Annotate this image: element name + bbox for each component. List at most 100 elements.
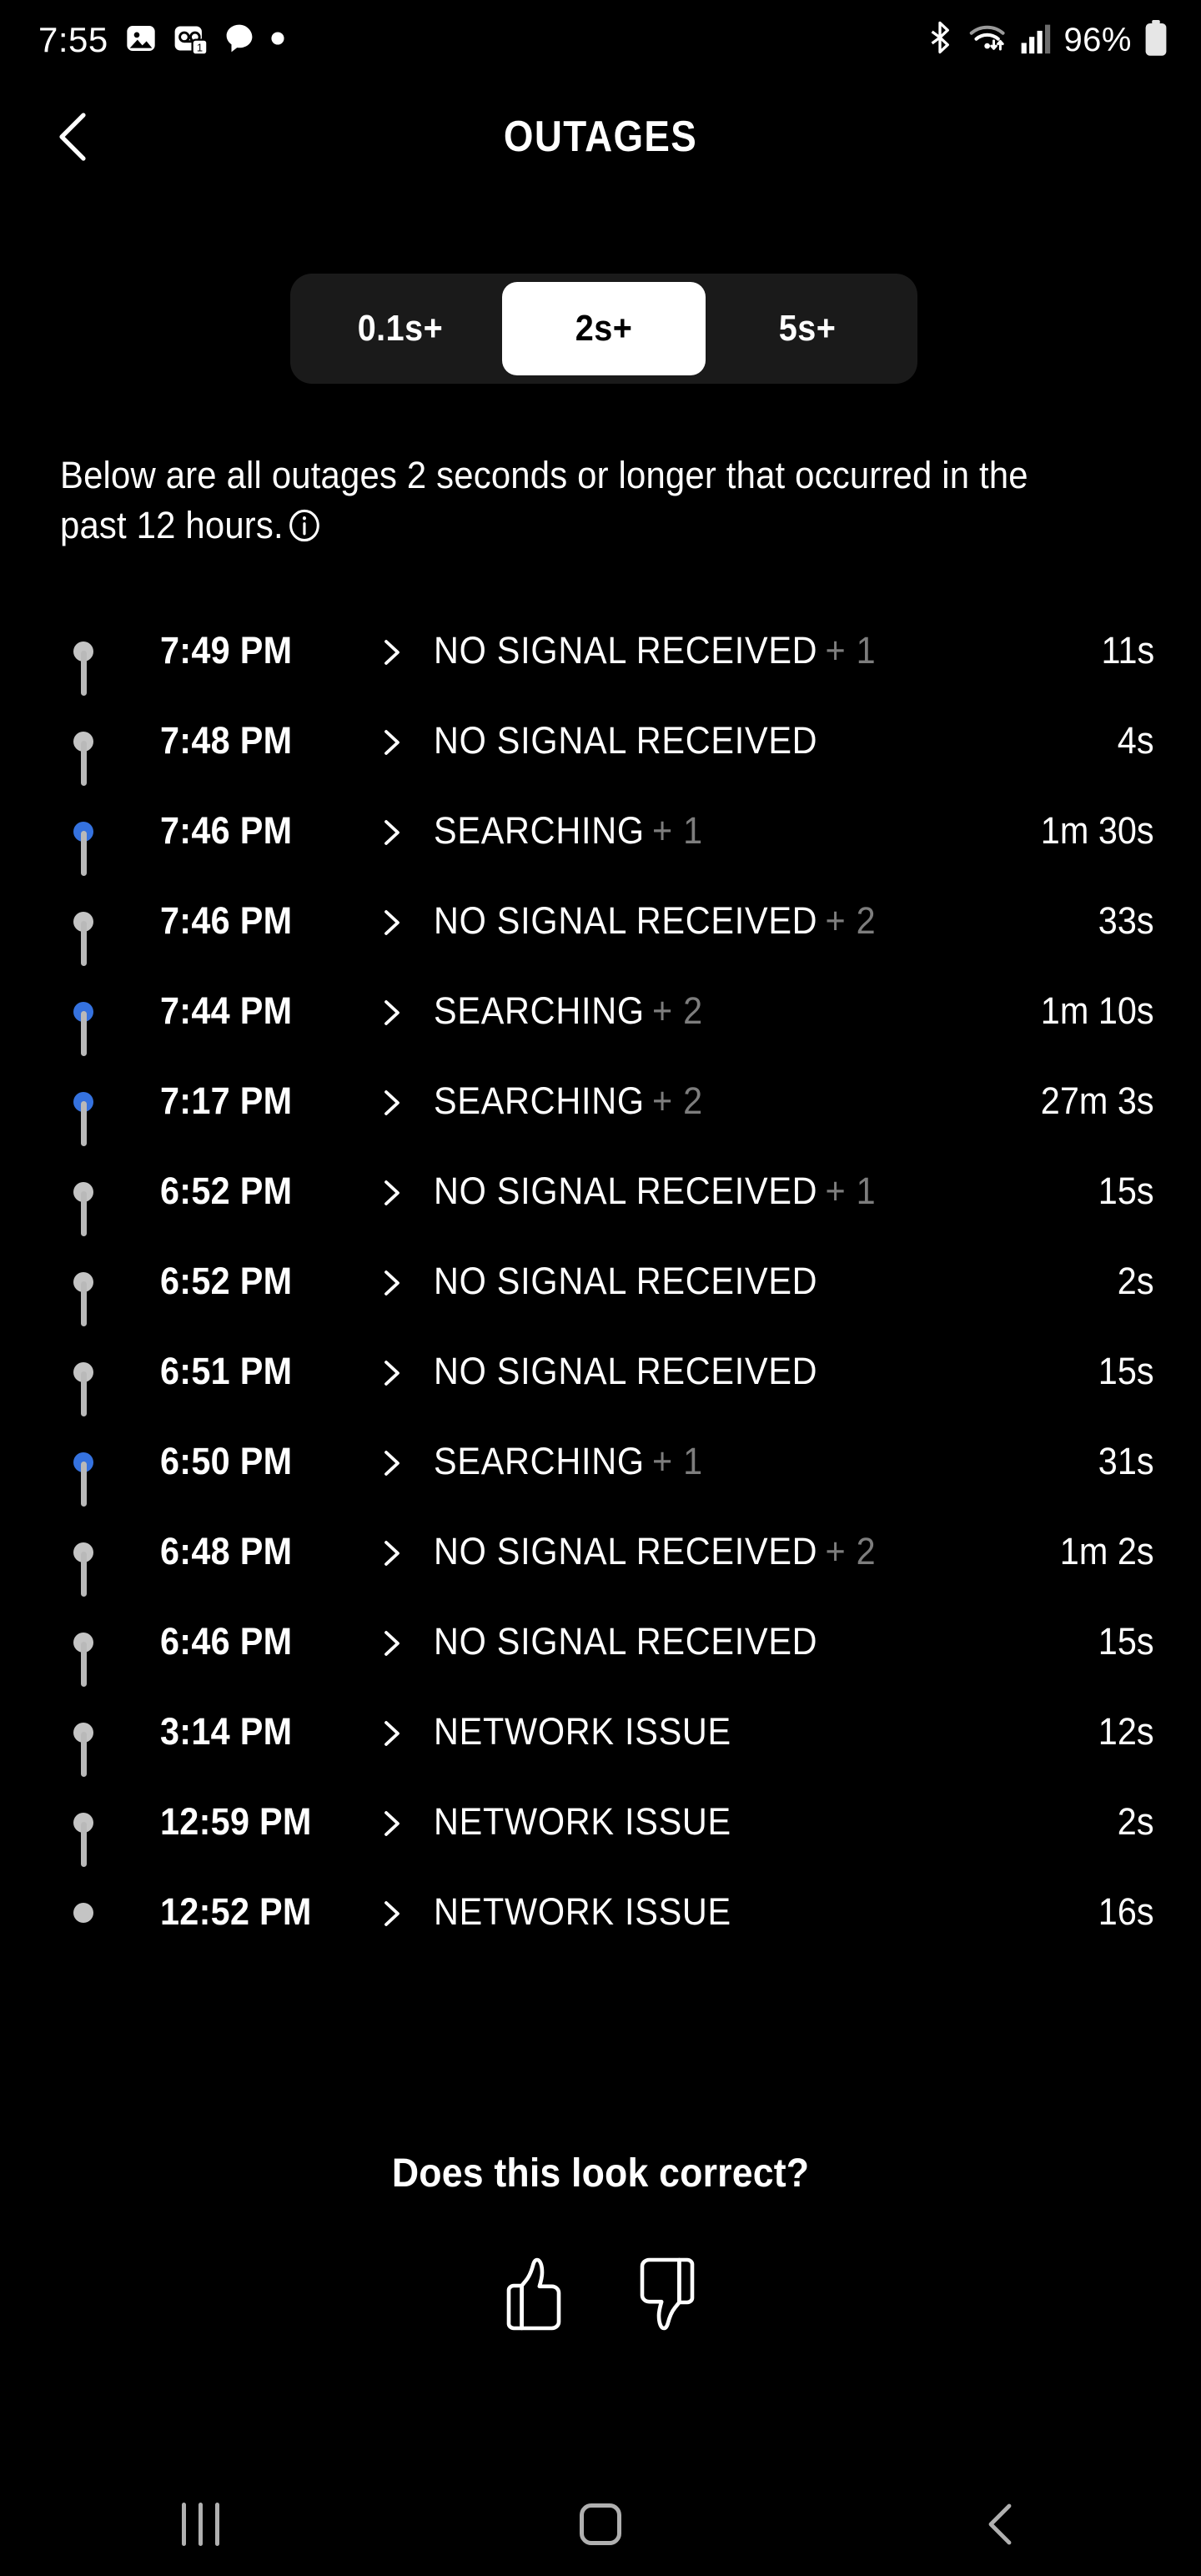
outage-row[interactable]: 6:46 PM NO SIGNAL RECEIVED 15s [0,1597,1201,1687]
filter-option-2[interactable]: 5s+ [706,282,909,375]
feedback-question: Does this look correct? [0,2151,1201,2196]
battery-icon [1144,19,1168,61]
app-bar: OUTAGES [0,80,1201,194]
outage-duration: 11s [1097,629,1154,672]
chevron-right-icon[interactable] [379,1809,405,1836]
outage-label: SEARCHING + 2 [434,1079,726,1123]
outage-label: SEARCHING + 1 [434,809,726,853]
timeline-connector [81,1371,87,1416]
chevron-right-icon[interactable] [379,908,405,935]
chevron-right-icon[interactable] [379,1089,405,1115]
outage-row[interactable]: 7:46 PM SEARCHING + 1 1m 30s [0,786,1201,876]
chevron-right-icon[interactable] [379,1359,405,1386]
outage-duration-text: 15s [1098,1170,1154,1212]
outage-time: 7:49 PM [160,629,335,672]
outage-duration-text: 31s [1098,1440,1154,1482]
chevron-right-icon[interactable] [379,999,405,1025]
timeline-connector [81,741,87,786]
filter-option-0[interactable]: 0.1s+ [299,282,502,375]
outage-extra-count: + 1 [825,1170,877,1212]
chevron-right-icon[interactable] [379,638,405,665]
chevron-right-icon[interactable] [379,1179,405,1205]
outage-label-text: NETWORK ISSUE [434,1800,731,1843]
outage-row[interactable]: 12:59 PM NETWORK ISSUE 2s [0,1777,1201,1867]
outage-label-text: NO SIGNAL RECEIVED [434,1350,818,1392]
outage-time: 7:44 PM [160,989,335,1033]
outage-row[interactable]: 7:48 PM NO SIGNAL RECEIVED 4s [0,696,1201,786]
outage-duration-text: 27m 3s [1041,1079,1154,1122]
outage-duration-text: 1m 10s [1041,989,1154,1032]
timeline-connector [81,1552,87,1597]
timeline-marker [65,696,102,786]
outage-duration-text: 12s [1098,1710,1154,1753]
timeline-marker [65,1597,102,1687]
outage-row[interactable]: 6:52 PM NO SIGNAL RECEIVED + 1 15s [0,1146,1201,1236]
chevron-right-icon[interactable] [379,818,405,845]
chevron-right-icon[interactable] [379,1899,405,1926]
outage-row[interactable]: 7:49 PM NO SIGNAL RECEIVED + 1 11s [0,606,1201,696]
outage-duration: 27m 3s [1031,1079,1154,1123]
outage-duration: 2s [1114,1800,1154,1844]
outage-duration: 12s [1093,1710,1154,1753]
outage-label: NO SIGNAL RECEIVED + 1 [434,1170,915,1213]
chat-bubble-icon [224,22,254,59]
outage-duration: 4s [1114,719,1154,762]
outage-row[interactable]: 7:44 PM SEARCHING + 2 1m 10s [0,966,1201,1056]
status-bar-left: 7:55 1 [38,22,285,59]
info-icon[interactable] [288,506,320,556]
outage-duration-text: 15s [1098,1620,1154,1663]
outage-row[interactable]: 6:51 PM NO SIGNAL RECEIVED 15s [0,1326,1201,1416]
outage-time: 3:14 PM [160,1710,335,1753]
outage-label: NO SIGNAL RECEIVED [434,719,851,762]
outage-status-dot [73,1903,93,1923]
timeline-connector [81,921,87,966]
outage-extra-count: + 2 [651,989,703,1032]
chevron-right-icon[interactable] [379,1449,405,1476]
outage-row[interactable]: 6:48 PM NO SIGNAL RECEIVED + 2 1m 2s [0,1507,1201,1597]
outage-time: 7:46 PM [160,809,335,853]
outage-duration-text: 4s [1118,719,1154,762]
outage-row[interactable]: 6:52 PM NO SIGNAL RECEIVED 2s [0,1236,1201,1326]
outage-row[interactable]: 12:52 PM NETWORK ISSUE 16s [0,1867,1201,1957]
outage-label-text: NO SIGNAL RECEIVED [434,1620,818,1663]
chevron-right-icon[interactable] [379,1629,405,1656]
recents-icon[interactable] [138,2473,263,2576]
outage-time: 7:17 PM [160,1079,335,1123]
chevron-right-icon[interactable] [379,728,405,755]
outage-label: NETWORK ISSUE [434,1800,757,1844]
outage-label-text: NO SIGNAL RECEIVED [434,1530,818,1572]
chevron-right-icon[interactable] [379,1719,405,1746]
outage-time-text: 7:48 PM [160,719,293,762]
thumbs-up-icon[interactable] [489,2244,580,2344]
outage-time-text: 6:50 PM [160,1440,293,1482]
outage-row[interactable]: 3:14 PM NETWORK ISSUE 12s [0,1687,1201,1777]
outage-duration: 31s [1093,1440,1154,1483]
outage-time-text: 7:44 PM [160,989,293,1032]
timeline-connector [81,1191,87,1236]
outage-time: 12:52 PM [160,1890,335,1934]
home-icon[interactable] [538,2473,663,2576]
svg-text:1: 1 [197,41,203,53]
timeline-marker [65,966,102,1056]
chevron-right-icon[interactable] [379,1539,405,1566]
outage-row[interactable]: 7:17 PM SEARCHING + 2 27m 3s [0,1056,1201,1146]
chevron-right-icon[interactable] [379,1269,405,1296]
outage-label-text: NETWORK ISSUE [434,1890,731,1933]
thumbs-down-icon[interactable] [621,2244,712,2344]
filter-option-1[interactable]: 2s+ [502,282,706,375]
outage-time-text: 6:52 PM [160,1170,293,1212]
outage-time-text: 6:52 PM [160,1260,293,1302]
outage-duration: 15s [1093,1170,1154,1213]
outage-time-text: 6:48 PM [160,1530,293,1572]
feedback-buttons [0,2244,1201,2344]
filter-option-0-label: 0.1s+ [357,308,444,349]
outage-row[interactable]: 7:46 PM NO SIGNAL RECEIVED + 2 33s [0,876,1201,966]
timeline-connector [81,1732,87,1777]
outage-label-text: NO SIGNAL RECEIVED [434,719,818,762]
outage-duration-text: 11s [1101,629,1154,672]
outage-label: NO SIGNAL RECEIVED + 2 [434,1530,915,1573]
nav-back-icon[interactable] [938,2473,1063,2576]
timeline-marker [65,876,102,966]
outage-row[interactable]: 6:50 PM SEARCHING + 1 31s [0,1416,1201,1507]
outage-time: 6:51 PM [160,1350,335,1393]
